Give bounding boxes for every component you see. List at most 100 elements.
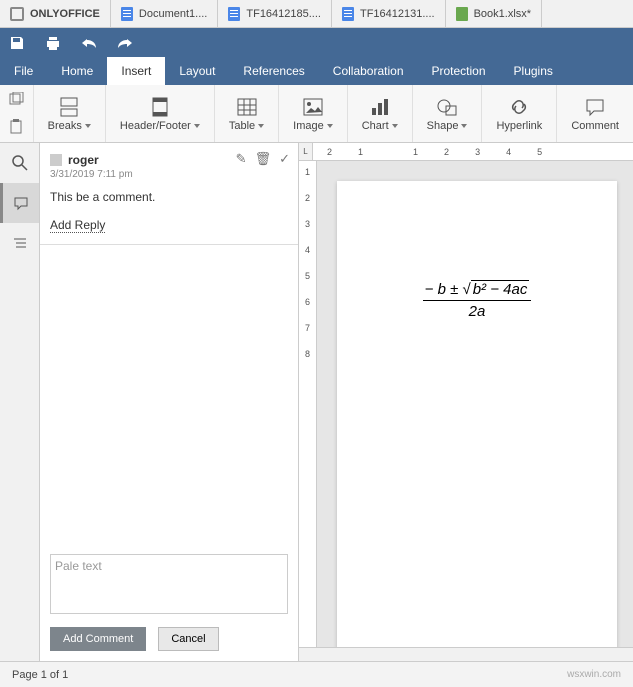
horizontal-ruler[interactable]: L 2 1 1 2 3 4 5	[299, 143, 633, 161]
ruler-tick: 2	[305, 193, 310, 203]
quick-access-toolbar	[0, 28, 633, 57]
menu-references[interactable]: References	[229, 57, 318, 85]
ruler-tick: 1	[358, 147, 363, 157]
main-area: ✎ 🗑 ✓ roger 3/31/2019 7:11 pm This be a …	[0, 143, 633, 661]
chevron-down-icon	[461, 124, 467, 128]
paste-button[interactable]	[8, 119, 24, 135]
ruler-tick: 3	[305, 219, 310, 229]
image-button[interactable]: Image	[279, 85, 348, 142]
vertical-ruler[interactable]: 1 2 3 4 5 6 7 8	[299, 161, 317, 647]
left-sidebar	[0, 143, 40, 661]
shape-button[interactable]: Shape	[413, 85, 483, 142]
delete-comment-icon[interactable]: 🗑	[255, 151, 272, 167]
menu-plugins[interactable]: Plugins	[500, 57, 567, 85]
ruler-tick: 5	[305, 271, 310, 281]
ruler-tick: 3	[475, 147, 480, 157]
ruler-tick: 4	[506, 147, 511, 157]
image-icon	[302, 96, 324, 118]
page-indicator: Page 1 of 1	[12, 669, 68, 681]
hyperlink-button[interactable]: Hyperlink	[482, 85, 557, 142]
doc-tab-label: TF16412131....	[360, 8, 435, 20]
save-button[interactable]	[8, 34, 26, 52]
equation[interactable]: − b ± b² − 4ac 2a	[357, 281, 597, 320]
image-label: Image	[293, 120, 324, 132]
horizontal-scrollbar[interactable]	[299, 647, 633, 661]
doc-tab-1[interactable]: TF16412185....	[218, 0, 332, 27]
comment-label: Comment	[571, 120, 619, 132]
copy-button[interactable]	[8, 92, 24, 106]
spreadsheet-icon	[456, 7, 468, 21]
status-bar: Page 1 of 1 wsxwin.com	[0, 661, 633, 687]
menu-home[interactable]: Home	[47, 57, 107, 85]
chart-label: Chart	[362, 120, 389, 132]
document-tabbar: ONLYOFFICE Document1.... TF16412185.... …	[0, 0, 633, 28]
comments-icon	[13, 195, 29, 211]
ruler-tick: 4	[305, 245, 310, 255]
comment-actions: ✎ 🗑 ✓	[236, 151, 290, 167]
watermark: wsxwin.com	[567, 669, 621, 680]
doc-tab-3[interactable]: Book1.xlsx*	[446, 0, 542, 27]
doc-tab-2[interactable]: TF16412131....	[332, 0, 446, 27]
comment-date: 3/31/2019 7:11 pm	[50, 169, 288, 180]
chevron-down-icon	[194, 124, 200, 128]
hyperlink-label: Hyperlink	[496, 120, 542, 132]
chart-icon	[369, 96, 391, 118]
table-button[interactable]: Table	[215, 85, 279, 142]
chevron-down-icon	[327, 124, 333, 128]
ruler-tick: 2	[444, 147, 449, 157]
chart-button[interactable]: Chart	[348, 85, 413, 142]
navigation-icon	[12, 235, 28, 251]
chevron-down-icon	[85, 124, 91, 128]
page-break-icon	[58, 96, 80, 118]
table-icon	[236, 96, 258, 118]
clipboard-group	[0, 85, 34, 142]
redo-button[interactable]	[116, 34, 134, 52]
add-comment-button[interactable]: Add Comment	[50, 627, 146, 651]
insert-ribbon: Breaks Header/Footer Table Image Chart S…	[0, 85, 633, 143]
breaks-label: Breaks	[48, 120, 82, 132]
header-footer-button[interactable]: Header/Footer	[106, 85, 215, 142]
resolve-comment-icon[interactable]: ✓	[279, 151, 290, 167]
document-icon	[121, 7, 133, 21]
menu-insert[interactable]: Insert	[107, 57, 165, 85]
menu-layout[interactable]: Layout	[165, 57, 229, 85]
document-icon	[342, 7, 354, 21]
comment-text: This be a comment.	[50, 190, 288, 204]
header-footer-label: Header/Footer	[120, 120, 191, 132]
user-color-icon	[50, 154, 62, 166]
shape-label: Shape	[427, 120, 459, 132]
document-body: 1 2 3 4 5 6 7 8 − b ± b² − 4ac	[299, 161, 633, 647]
breaks-button[interactable]: Breaks	[34, 85, 106, 142]
undo-button[interactable]	[80, 34, 98, 52]
app-logo-tab[interactable]: ONLYOFFICE	[0, 0, 111, 27]
document-page[interactable]: − b ± b² − 4ac 2a	[337, 181, 617, 647]
doc-tab-label: Document1....	[139, 8, 207, 20]
sidebar-search[interactable]	[0, 143, 39, 183]
hyperlink-icon	[508, 96, 530, 118]
cancel-comment-button[interactable]: Cancel	[158, 627, 218, 651]
sidebar-comments[interactable]	[0, 183, 39, 223]
ruler-tick: 1	[305, 167, 310, 177]
comments-panel: ✎ 🗑 ✓ roger 3/31/2019 7:11 pm This be a …	[40, 143, 299, 661]
doc-tab-0[interactable]: Document1....	[111, 0, 218, 27]
comment-button[interactable]: Comment	[557, 85, 633, 142]
menu-collaboration[interactable]: Collaboration	[319, 57, 418, 85]
ruler-tick: 6	[305, 297, 310, 307]
shape-icon	[436, 96, 458, 118]
comment-textarea[interactable]: Pale text	[50, 554, 288, 614]
edit-comment-icon[interactable]: ✎	[236, 151, 247, 167]
search-icon	[12, 155, 28, 171]
eq-denominator: 2a	[423, 301, 532, 320]
ruler-tick: 1	[413, 147, 418, 157]
menu-protection[interactable]: Protection	[418, 57, 500, 85]
menu-file[interactable]: File	[0, 57, 47, 85]
header-footer-icon	[149, 96, 171, 118]
page-viewport[interactable]: − b ± b² − 4ac 2a	[317, 161, 633, 647]
ruler-tick: 5	[537, 147, 542, 157]
ruler-tick: 8	[305, 349, 310, 359]
print-button[interactable]	[44, 34, 62, 52]
eq-sqrt: b² − 4ac	[471, 280, 530, 298]
chevron-down-icon	[258, 124, 264, 128]
add-reply-link[interactable]: Add Reply	[50, 218, 105, 233]
sidebar-navigation[interactable]	[0, 223, 39, 263]
